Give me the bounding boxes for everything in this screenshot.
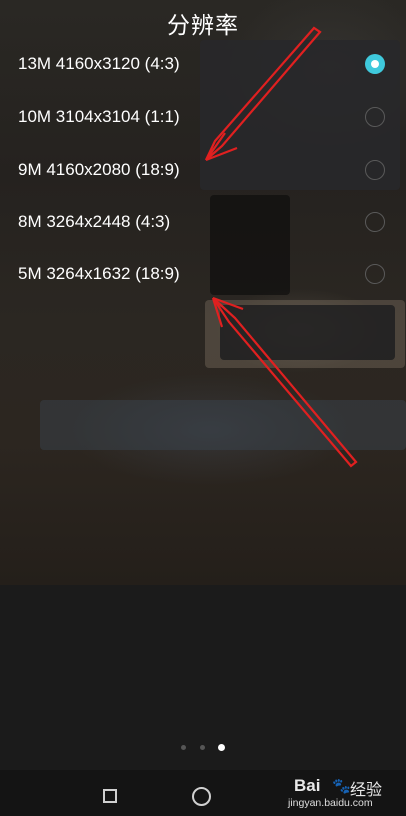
page-dot [181, 745, 186, 750]
page-indicator [175, 743, 231, 753]
radio-selected-icon[interactable] [365, 54, 385, 74]
resolution-option-label: 13M 4160x3120 (4:3) [18, 54, 180, 73]
resolution-option-13m[interactable]: 13M 4160x3120 (4:3) [0, 40, 406, 92]
radio-unselected-icon[interactable] [365, 264, 385, 284]
home-icon[interactable] [192, 787, 211, 806]
background-keyboard [40, 400, 406, 450]
watermark-url: jingyan.baidu.com [288, 797, 373, 809]
resolution-option-label: 10M 3104x3104 (1:1) [18, 107, 180, 126]
resolution-option-5m[interactable]: 5M 3264x1632 (18:9) [0, 250, 406, 302]
background-tablet-screen [220, 305, 395, 360]
camera-settings-screen: 分辨率 13M 4160x3120 (4:3) 10M 3104x3104 (1… [0, 0, 406, 816]
paw-icon: 🐾 [332, 777, 351, 795]
page-dot-active [218, 744, 225, 751]
resolution-option-label: 9M 4160x2080 (18:9) [18, 160, 180, 179]
watermark-logo: Bai [294, 776, 321, 795]
baidu-jingyan-watermark: Bai 🐾 经验 jingyan.baidu.com [286, 776, 404, 814]
page-title: 分辨率 [167, 13, 239, 39]
radio-unselected-icon[interactable] [365, 212, 385, 232]
radio-unselected-icon[interactable] [365, 160, 385, 180]
resolution-option-label: 8M 3264x2448 (4:3) [18, 212, 171, 231]
resolution-option-label: 5M 3264x1632 (18:9) [18, 264, 180, 283]
page-dot [200, 745, 205, 750]
resolution-option-8m[interactable]: 8M 3264x2448 (4:3) [0, 198, 406, 250]
resolution-option-9m[interactable]: 9M 4160x2080 (18:9) [0, 146, 406, 198]
radio-unselected-icon[interactable] [365, 107, 385, 127]
recent-apps-icon[interactable] [103, 789, 117, 803]
resolution-option-10m[interactable]: 10M 3104x3104 (1:1) [0, 93, 406, 145]
